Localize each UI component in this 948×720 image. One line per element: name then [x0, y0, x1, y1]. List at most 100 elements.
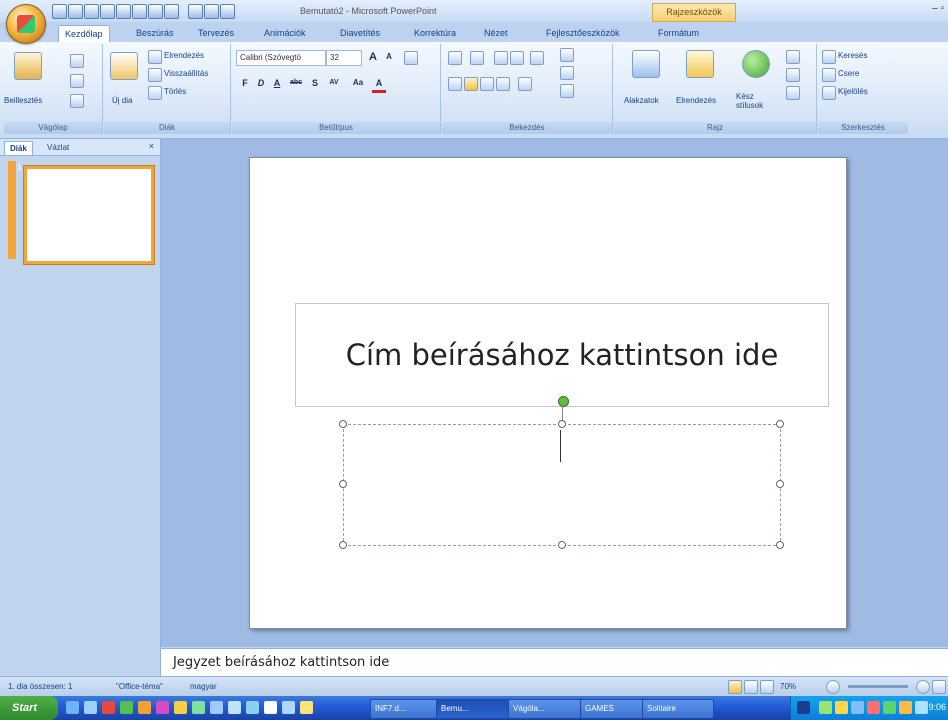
decrease-indent-icon[interactable]	[494, 51, 508, 65]
selected-text-box[interactable]	[343, 424, 781, 546]
paste-icon[interactable]	[14, 52, 42, 80]
arrange-label[interactable]: Elrendezés	[676, 96, 716, 105]
find-icon[interactable]	[822, 50, 836, 64]
select-label[interactable]: Kijelölés	[838, 87, 868, 96]
underline-button[interactable]: A	[270, 76, 284, 90]
resize-handle-tl[interactable]	[339, 420, 347, 428]
bullets-icon[interactable]	[448, 51, 462, 65]
resize-handle-l[interactable]	[339, 480, 347, 488]
rotate-handle[interactable]	[558, 396, 569, 407]
customize-toolbar-icon[interactable]	[220, 4, 235, 19]
tab-slides[interactable]: Diák	[4, 141, 33, 155]
quicklaunch-app12-icon[interactable]	[300, 701, 313, 714]
columns-icon[interactable]	[518, 77, 532, 91]
align-left-icon[interactable]	[448, 77, 462, 91]
font-name-combo[interactable]: Calibri (Szövegtö	[236, 50, 326, 66]
zoom-in-icon[interactable]	[916, 680, 930, 694]
fit-to-window-icon[interactable]	[932, 680, 946, 694]
quicklaunch-app2-icon[interactable]	[120, 701, 133, 714]
taskbar-button-bemutato[interactable]: Bemu...	[436, 699, 512, 719]
quicklaunch-app9-icon[interactable]	[246, 701, 259, 714]
replace-label[interactable]: Csere	[838, 69, 859, 78]
slide-thumbnail[interactable]	[24, 166, 154, 264]
title-placeholder[interactable]: Cím beírásához kattintson ide	[295, 303, 829, 407]
format-painter-icon[interactable]	[70, 94, 84, 108]
tab-animations[interactable]: Animációk	[258, 25, 312, 42]
tray-icon-7[interactable]	[915, 701, 928, 714]
start-button[interactable]: Start	[0, 696, 58, 720]
clear-format-icon[interactable]	[404, 51, 418, 65]
delete-icon[interactable]	[148, 86, 162, 100]
change-case-button[interactable]: Aa	[348, 76, 368, 90]
window-controls[interactable]: – ▫	[932, 3, 944, 14]
quicklaunch-app10-icon[interactable]	[264, 701, 277, 714]
resize-handle-t[interactable]	[558, 420, 566, 428]
zoom-level[interactable]: 70%	[780, 682, 796, 691]
quicklaunch-app3-icon[interactable]	[138, 701, 151, 714]
tab-home[interactable]: Kezdőlap	[58, 25, 110, 43]
increase-indent-icon[interactable]	[510, 51, 524, 65]
reset-label[interactable]: Visszaállítás	[164, 69, 208, 78]
shape-outline-icon[interactable]	[786, 68, 800, 82]
justify-icon[interactable]	[496, 77, 510, 91]
paste-label[interactable]: Beillesztés	[4, 96, 42, 105]
strikethrough-button[interactable]: abc	[286, 76, 306, 90]
tab-format[interactable]: Formátum	[652, 25, 705, 42]
italic-button[interactable]: D	[254, 76, 268, 90]
quicklaunch-app6-icon[interactable]	[192, 701, 205, 714]
bold-button[interactable]: F	[238, 76, 252, 90]
font-size-combo[interactable]: 32	[326, 50, 362, 66]
slideshow-icon[interactable]	[760, 680, 774, 694]
new-icon[interactable]	[164, 4, 179, 19]
office-button[interactable]	[6, 4, 46, 44]
layout-icon[interactable]	[148, 50, 162, 64]
tab-outline[interactable]: Vázlat	[42, 141, 74, 154]
font-color-button[interactable]: A	[372, 76, 386, 93]
panel-close-icon[interactable]: ×	[149, 141, 154, 151]
select-icon[interactable]	[822, 86, 836, 100]
save-icon[interactable]	[52, 4, 67, 19]
quicklaunch-app7-icon[interactable]	[210, 701, 223, 714]
quicklaunch-ie-icon[interactable]	[66, 701, 79, 714]
preview-icon[interactable]	[100, 4, 115, 19]
reset-icon[interactable]	[148, 68, 162, 82]
slide[interactable]: Cím beírásához kattintson ide	[249, 157, 847, 629]
quicklaunch-app11-icon[interactable]	[282, 701, 295, 714]
layout-label[interactable]: Elrendezés	[164, 51, 204, 60]
new-slide-label[interactable]: Új dia	[112, 96, 132, 105]
tray-icon-4[interactable]	[867, 701, 880, 714]
tray-icon-6[interactable]	[899, 701, 912, 714]
find-label[interactable]: Keresés	[838, 51, 867, 60]
quicklaunch-app5-icon[interactable]	[174, 701, 187, 714]
resize-handle-br[interactable]	[776, 541, 784, 549]
print-icon[interactable]	[84, 4, 99, 19]
quick-print-icon[interactable]	[148, 4, 163, 19]
smartart-icon[interactable]	[560, 84, 574, 98]
zoom-out-icon[interactable]	[826, 680, 840, 694]
shape-fill-icon[interactable]	[786, 50, 800, 64]
tray-lang-icon[interactable]	[797, 701, 810, 714]
shapes-label[interactable]: Alakzatok	[624, 96, 659, 105]
align-text-icon[interactable]	[560, 66, 574, 80]
tray-icon-5[interactable]	[883, 701, 896, 714]
slide-sorter-icon[interactable]	[744, 680, 758, 694]
taskbar-button-clipboard[interactable]: Vágólа...	[508, 699, 584, 719]
arrange-icon[interactable]	[686, 50, 714, 78]
quicklaunch-desktop-icon[interactable]	[84, 701, 97, 714]
open-icon[interactable]	[68, 4, 83, 19]
shapes-icon[interactable]	[632, 50, 660, 78]
redo-icon[interactable]	[204, 4, 219, 19]
tab-slideshow[interactable]: Diavetítés	[334, 25, 386, 42]
tray-icon-1[interactable]	[819, 701, 832, 714]
tab-design[interactable]: Tervezés	[192, 25, 240, 42]
quicklaunch-app4-icon[interactable]	[156, 701, 169, 714]
shape-effects-icon[interactable]	[786, 86, 800, 100]
resize-handle-bl[interactable]	[339, 541, 347, 549]
taskbar-button-solitaire[interactable]: Solitaire	[642, 699, 714, 719]
cut-icon[interactable]	[70, 54, 84, 68]
tray-icon-2[interactable]	[835, 701, 848, 714]
tab-insert[interactable]: Beszúrás	[130, 25, 180, 42]
tray-icon-3[interactable]	[851, 701, 864, 714]
line-spacing-icon[interactable]	[530, 51, 544, 65]
shrink-font-button[interactable]: A	[382, 50, 396, 64]
